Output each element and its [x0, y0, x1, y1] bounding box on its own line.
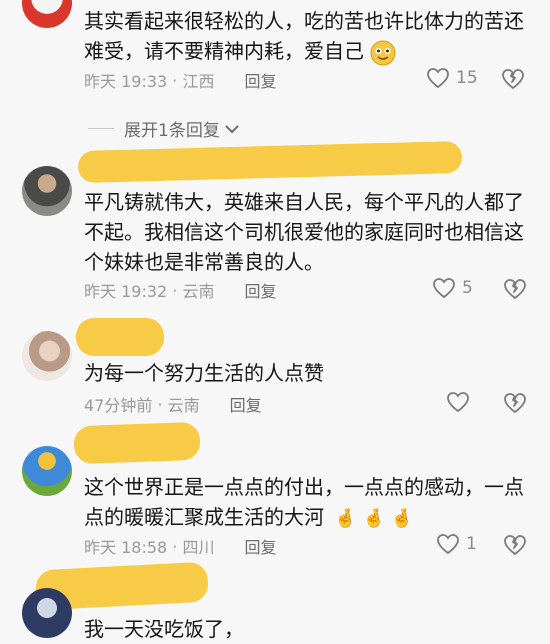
expand-replies-label: 展开1条回复 [124, 121, 220, 141]
divider-line [88, 128, 114, 129]
like-button[interactable]: 1 [436, 533, 477, 555]
avatar[interactable] [22, 0, 72, 28]
expand-replies-button[interactable]: 展开1条回复 [88, 116, 240, 141]
dislike-button[interactable] [502, 533, 528, 557]
comment-time: 47分钟前 [84, 396, 153, 415]
like-button[interactable]: 15 [426, 67, 478, 89]
like-button[interactable] [446, 391, 470, 413]
heart-outline-icon [427, 68, 449, 89]
comment-location: 云南 [167, 396, 200, 415]
comment-time: 昨天 18:58 [84, 538, 168, 557]
reply-button[interactable]: 回复 [244, 68, 276, 92]
comment-text: 为每一个努力生活的人点赞 [84, 361, 324, 385]
smiling-emoji-icon [370, 40, 396, 65]
avatar[interactable] [22, 588, 72, 638]
like-button[interactable]: 5 [432, 277, 473, 299]
comment-text: 其实看起来很轻松的人，吃的苦也许比体力的苦还难受，请不要精神内耗，爱自己 [84, 6, 524, 66]
like-count: 1 [466, 534, 477, 554]
broken-heart-icon [504, 535, 526, 555]
avatar[interactable] [22, 166, 72, 216]
comment-text: 平凡铸就伟大，英雄来自人民，每个平凡的人都了不起。我相信这个司机很爱他的家庭同时… [84, 190, 524, 274]
comment-location: 四川 [182, 538, 215, 557]
heart-outline-icon [437, 534, 459, 555]
heart-outline-icon [433, 278, 455, 299]
username-redaction [77, 140, 463, 184]
comment-time: 昨天 19:33 [84, 72, 168, 91]
username-redaction [73, 421, 201, 465]
dislike-button[interactable] [502, 391, 528, 415]
broken-heart-icon [502, 69, 524, 89]
comment-location: 江西 [182, 72, 215, 91]
like-count: 15 [456, 68, 478, 88]
like-count: 5 [462, 278, 473, 298]
comment-location: 云南 [182, 282, 215, 301]
comment-meta: 昨天 18:58 · 四川 回复 [84, 533, 277, 559]
reply-button[interactable]: 回复 [244, 278, 276, 302]
username-redaction [76, 318, 164, 356]
heart-outline-icon [447, 392, 469, 413]
comment-meta: 昨天 19:32 · 云南 回复 [84, 277, 277, 303]
comment-text: 这个世界正是一点点的付出，一点点的感动，一点点的暖暖汇聚成生活的大河 🤞 🤞 🤞 [84, 475, 524, 529]
reply-button[interactable]: 回复 [230, 392, 262, 416]
broken-heart-icon [504, 279, 526, 299]
reply-button[interactable]: 回复 [244, 534, 276, 558]
avatar[interactable] [22, 446, 72, 496]
avatar[interactable] [22, 331, 72, 381]
dislike-button[interactable] [500, 67, 526, 91]
chevron-down-icon [225, 124, 239, 133]
finger-heart-emoji-icon: 🤞 🤞 🤞 [334, 508, 414, 529]
comment-meta: 昨天 19:33 · 江西 回复 [84, 67, 277, 93]
comment-meta: 47分钟前 · 云南 回复 [84, 391, 262, 417]
broken-heart-icon [504, 393, 526, 413]
comment-time: 昨天 19:32 [84, 282, 168, 301]
dislike-button[interactable] [502, 277, 528, 301]
